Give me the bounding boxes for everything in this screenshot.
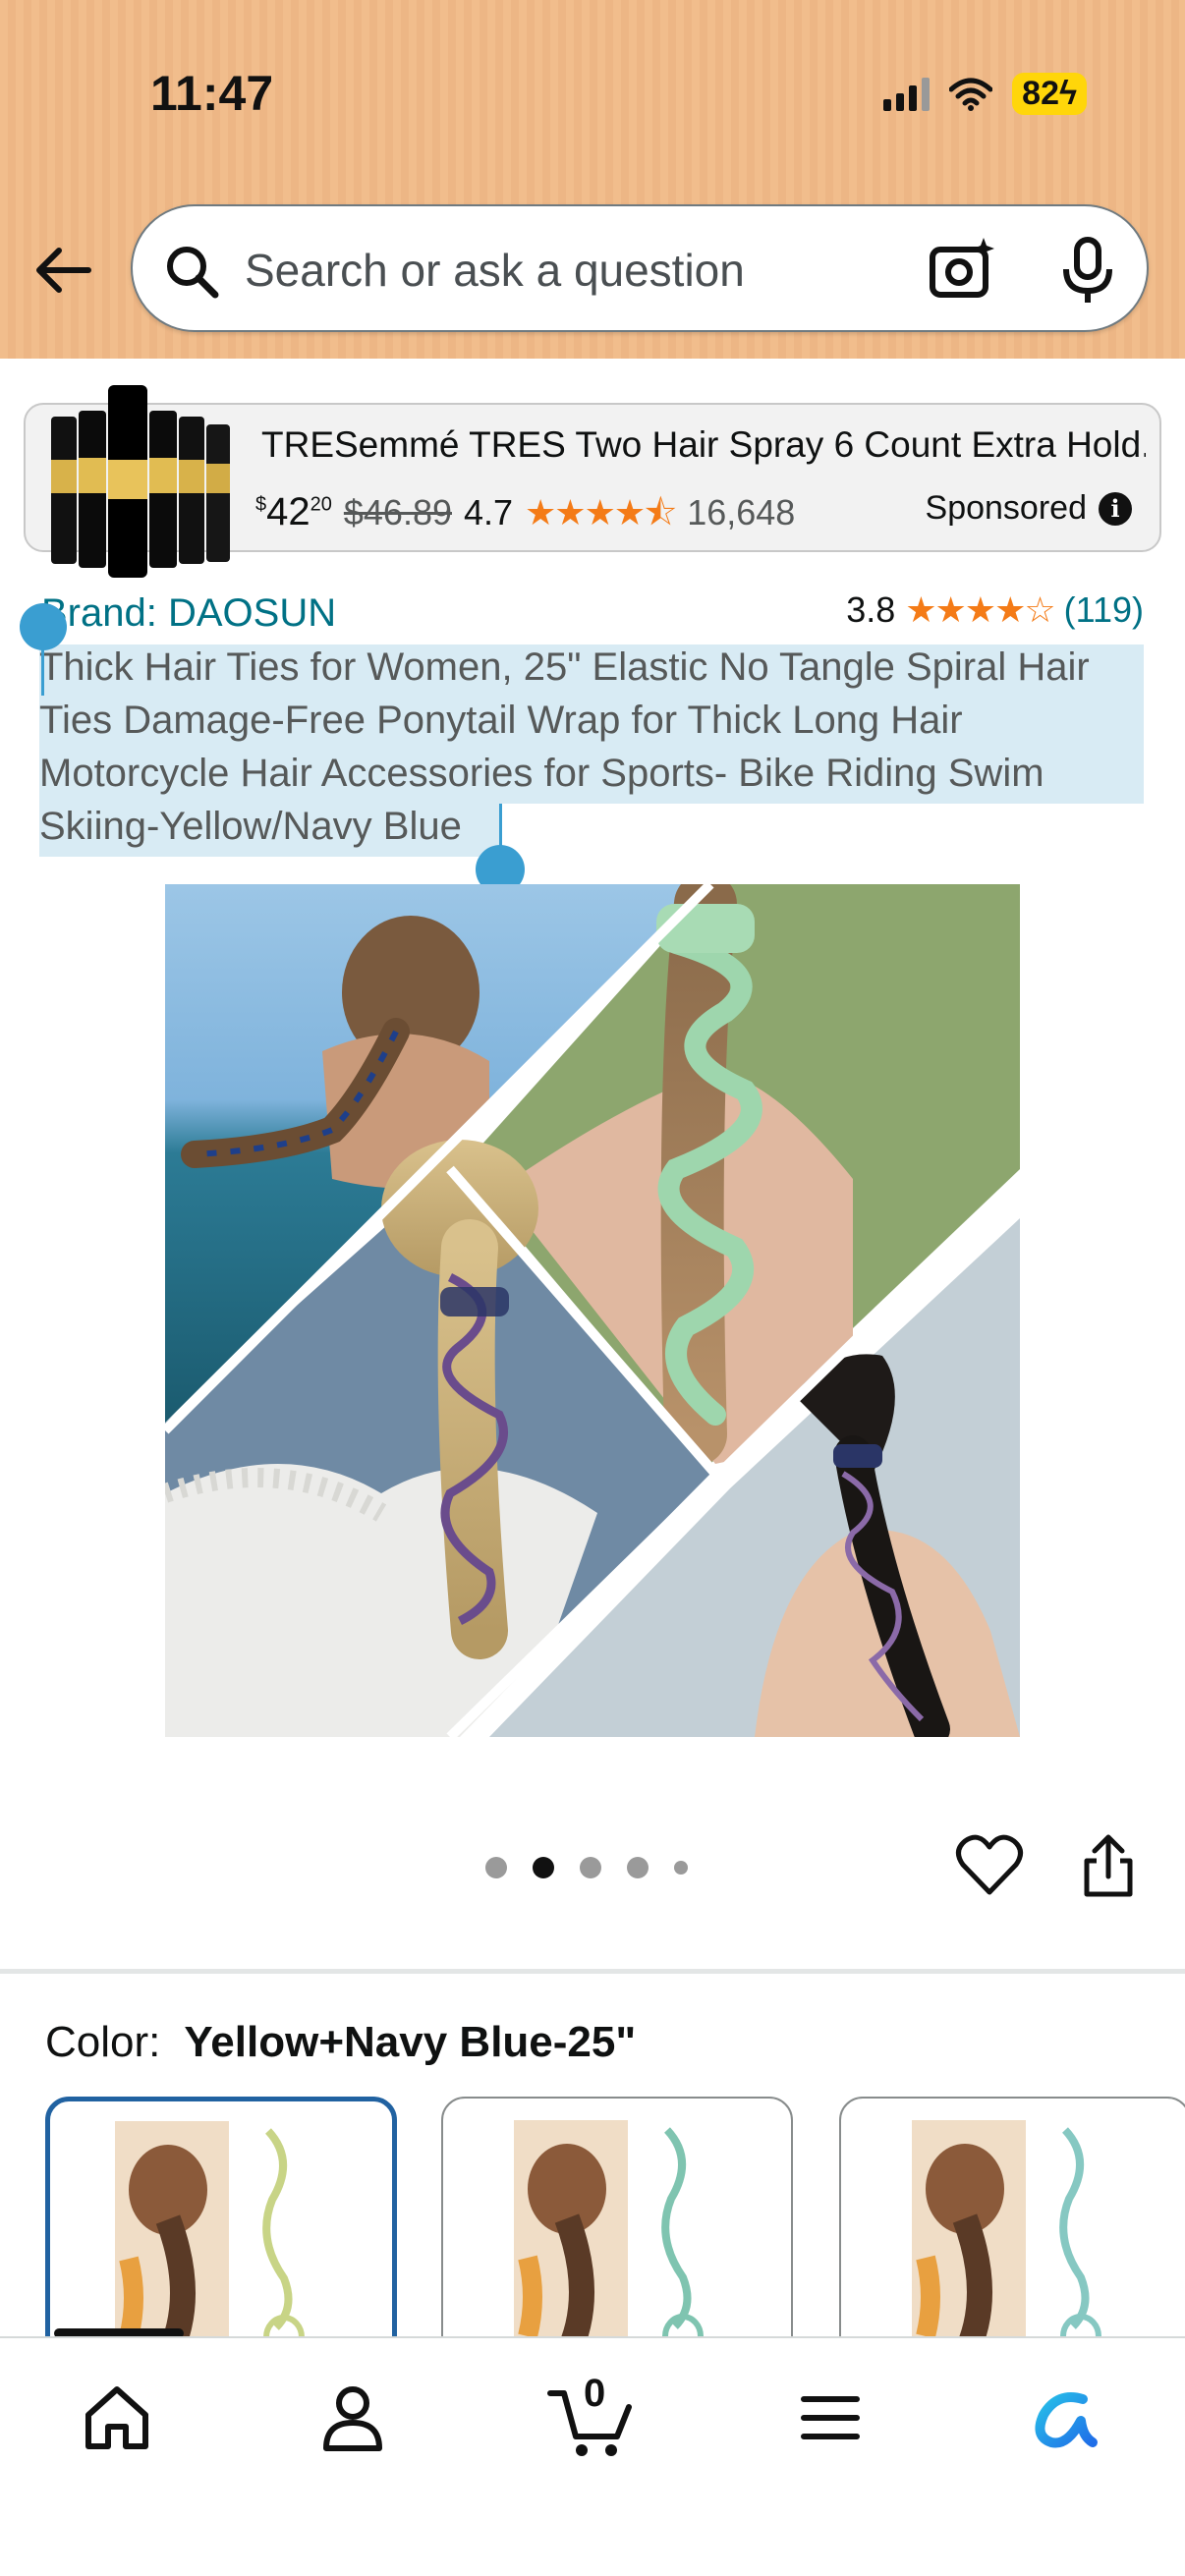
search-input[interactable]: Search or ask a question (245, 244, 745, 297)
sponsored-list-price: $46.89 (343, 492, 452, 532)
info-icon[interactable]: i (1099, 491, 1132, 526)
sponsored-text: Sponsored (925, 489, 1087, 527)
section-divider (0, 1969, 1185, 1974)
sponsored-price: $4220 (255, 490, 332, 534)
color-label: Color: (45, 2018, 161, 2066)
status-time: 11:47 (150, 66, 274, 121)
charging-bolt-icon: ϟ (1059, 75, 1077, 112)
hair-spray-product-image (51, 385, 230, 578)
back-arrow-icon[interactable] (29, 236, 98, 305)
rufus-icon[interactable] (1028, 2381, 1106, 2454)
price-fraction: 20 (310, 493, 332, 516)
pagination-dot[interactable] (627, 1857, 649, 1878)
pagination-dot[interactable] (580, 1857, 601, 1878)
image-pagination[interactable] (485, 1857, 688, 1878)
product-title-container: Thick Hair Ties for Women, 25" Elastic N… (39, 641, 1144, 853)
menu-icon[interactable] (794, 2381, 867, 2454)
app-header: 11:47 82ϟ Search or ask a question (0, 0, 1185, 359)
selection-start-handle[interactable] (20, 603, 67, 650)
review-count-link[interactable]: (119) (1064, 589, 1144, 631)
product-photo-collage (165, 884, 1020, 1737)
pagination-dot[interactable] (674, 1861, 688, 1875)
microphone-icon[interactable] (1058, 234, 1117, 307)
sponsored-label[interactable]: Sponsored i (926, 489, 1132, 528)
color-value: Yellow+Navy Blue-25" (184, 2018, 637, 2066)
account-icon[interactable] (316, 2381, 389, 2454)
share-icon[interactable] (1079, 1831, 1138, 1900)
rating-value: 3.8 (846, 589, 896, 630)
sponsored-star-rating-icon: ★★★★⯪ (525, 492, 677, 532)
home-icon[interactable] (81, 2381, 153, 2454)
sponsored-rating: 4.7 (463, 492, 514, 532)
sponsored-review-count: 16,648 (687, 492, 796, 532)
product-rating[interactable]: 3.8 ★★★★☆ (119) (846, 589, 1144, 631)
pagination-dot[interactable] (485, 1857, 507, 1878)
pagination-dot-active[interactable] (533, 1857, 554, 1878)
status-icons: 82ϟ (883, 73, 1087, 115)
battery-indicator: 82ϟ (1012, 73, 1087, 115)
star-rating-icon: ★★★★☆ (905, 589, 1055, 630)
color-selection-header: Color: Yellow+Navy Blue-25" (45, 2018, 636, 2067)
bottom-navigation-bar: 0 (0, 2336, 1185, 2576)
search-bar[interactable]: Search or ask a question (131, 204, 1149, 332)
sponsored-product-title[interactable]: TRESemmé TRES Two Hair Spray 6 Count Ext… (261, 424, 1146, 466)
heart-icon[interactable] (955, 1833, 1024, 1898)
cart-button[interactable]: 0 (546, 2372, 635, 2460)
sponsored-product-ad[interactable]: TRESemmé TRES Two Hair Spray 6 Count Ext… (24, 385, 1161, 578)
search-icon (167, 247, 219, 299)
price-whole: 42 (266, 490, 310, 533)
wifi-icon (949, 78, 993, 111)
brand-link[interactable]: Brand: DAOSUN (41, 591, 336, 636)
cart-count: 0 (584, 2372, 606, 2415)
camera-search-icon[interactable] (927, 234, 999, 307)
battery-level: 82 (1022, 75, 1059, 112)
product-title[interactable]: Thick Hair Ties for Women, 25" Elastic N… (39, 641, 1144, 853)
price-currency: $ (255, 493, 267, 516)
product-image[interactable] (165, 884, 1020, 1737)
cellular-signal-icon (883, 77, 931, 111)
